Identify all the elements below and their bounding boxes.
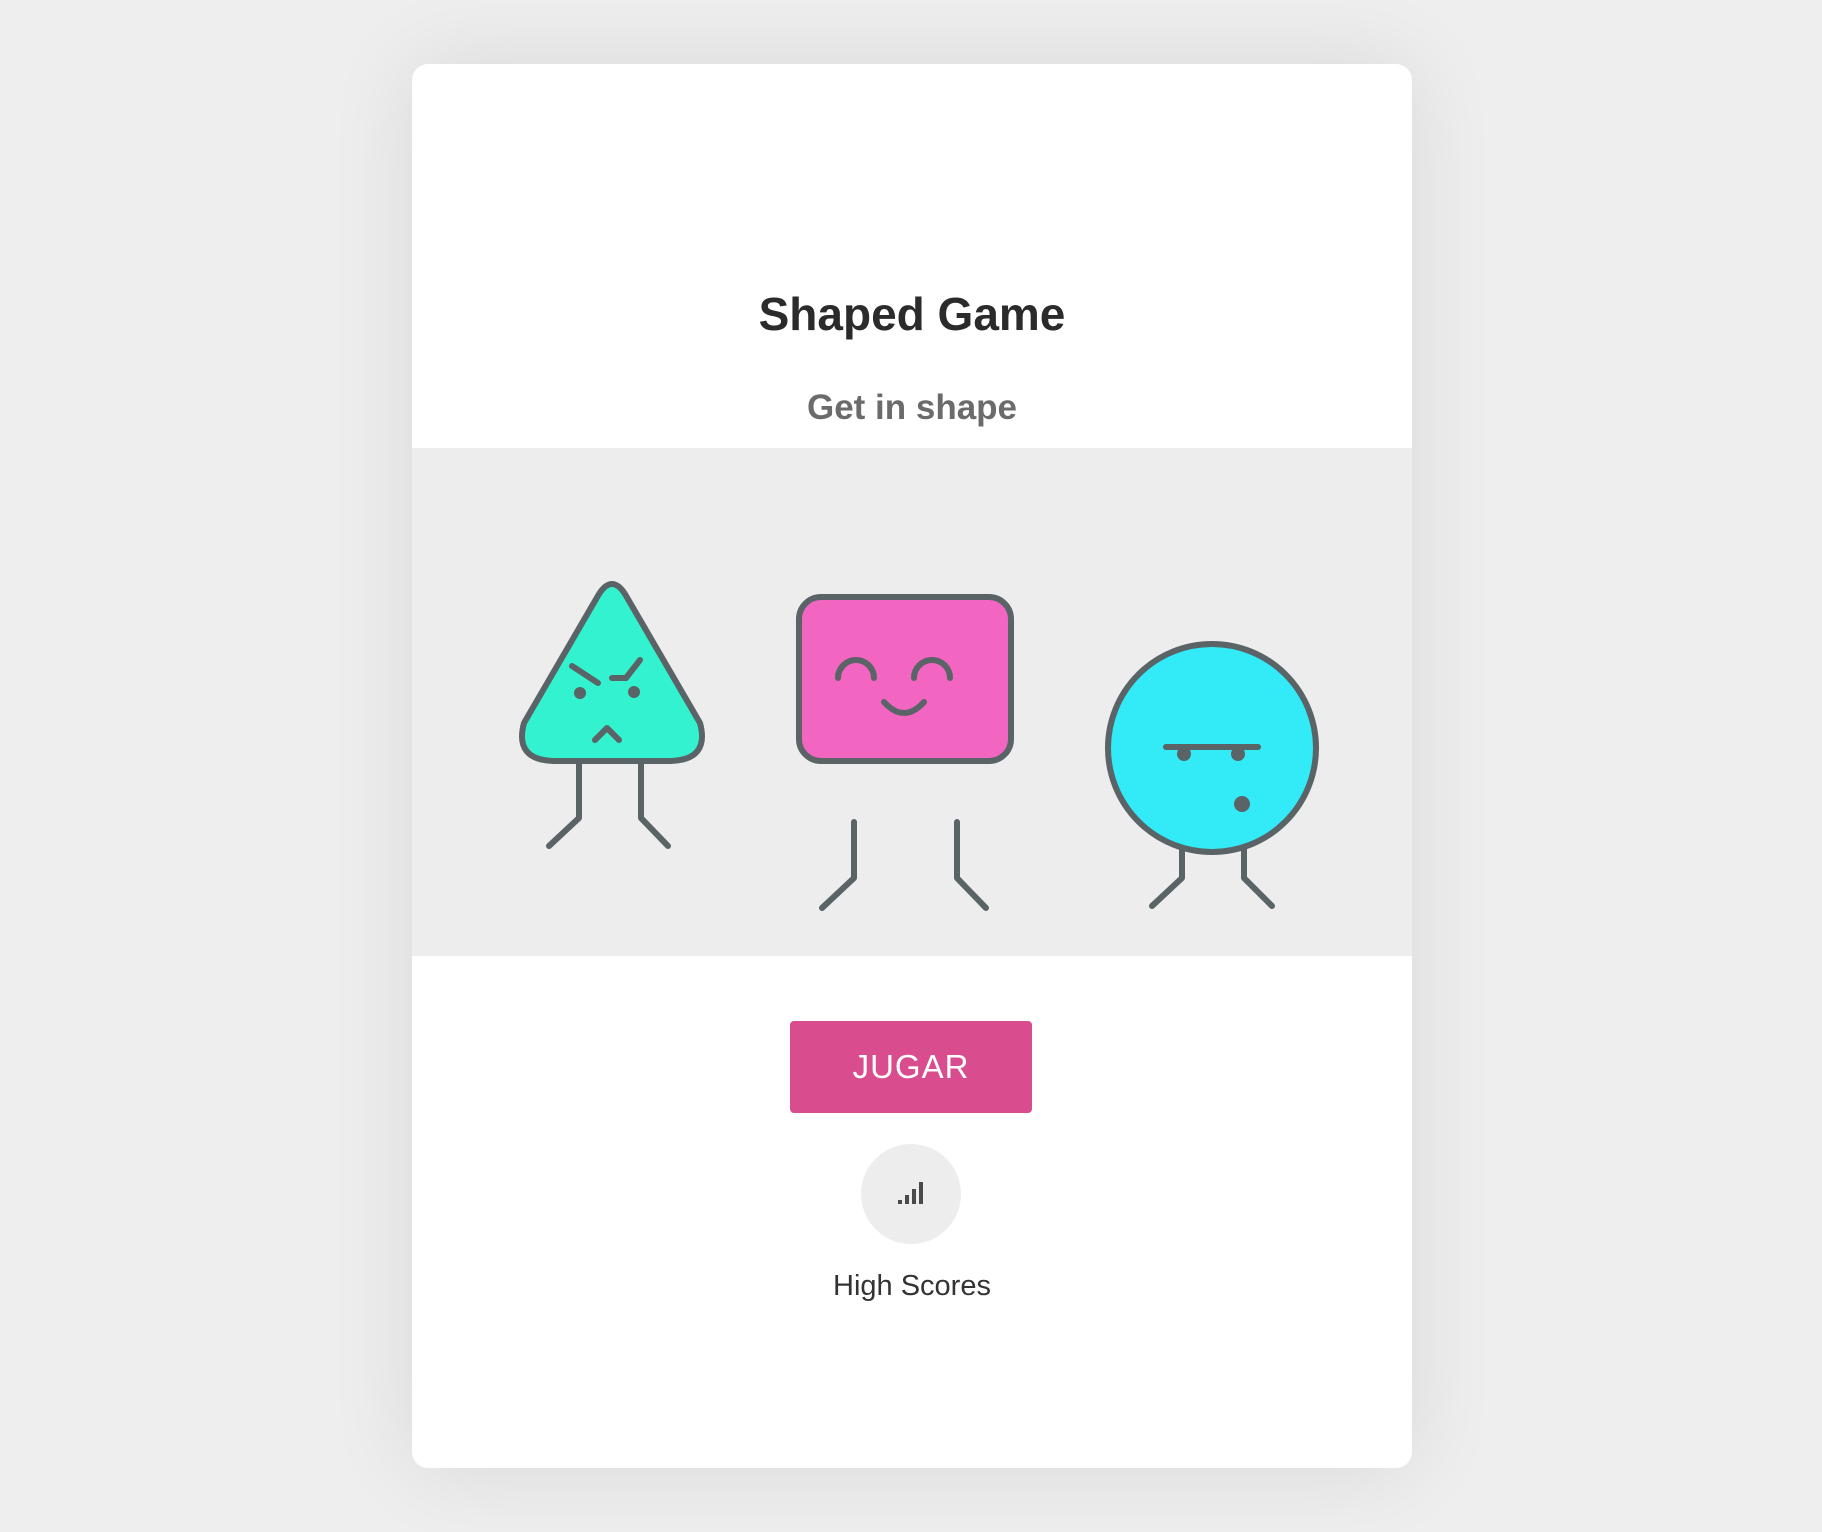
- game-title: Shaped Game: [758, 288, 1066, 340]
- game-subtitle: Get in shape: [806, 388, 1018, 427]
- triangle-character: [519, 581, 705, 849]
- game-card: Shaped Game Get in shape JUGAR High Scor…: [412, 64, 1412, 1468]
- high-scores-button[interactable]: [861, 1144, 961, 1244]
- play-button[interactable]: JUGAR: [790, 1021, 1032, 1113]
- bar-chart-icon: [898, 1182, 923, 1204]
- characters-banner: [412, 448, 1412, 956]
- high-scores-label: High Scores: [833, 1270, 991, 1302]
- circle-character: [1105, 641, 1319, 909]
- square-character: [796, 594, 1014, 911]
- square-body: [796, 594, 1014, 764]
